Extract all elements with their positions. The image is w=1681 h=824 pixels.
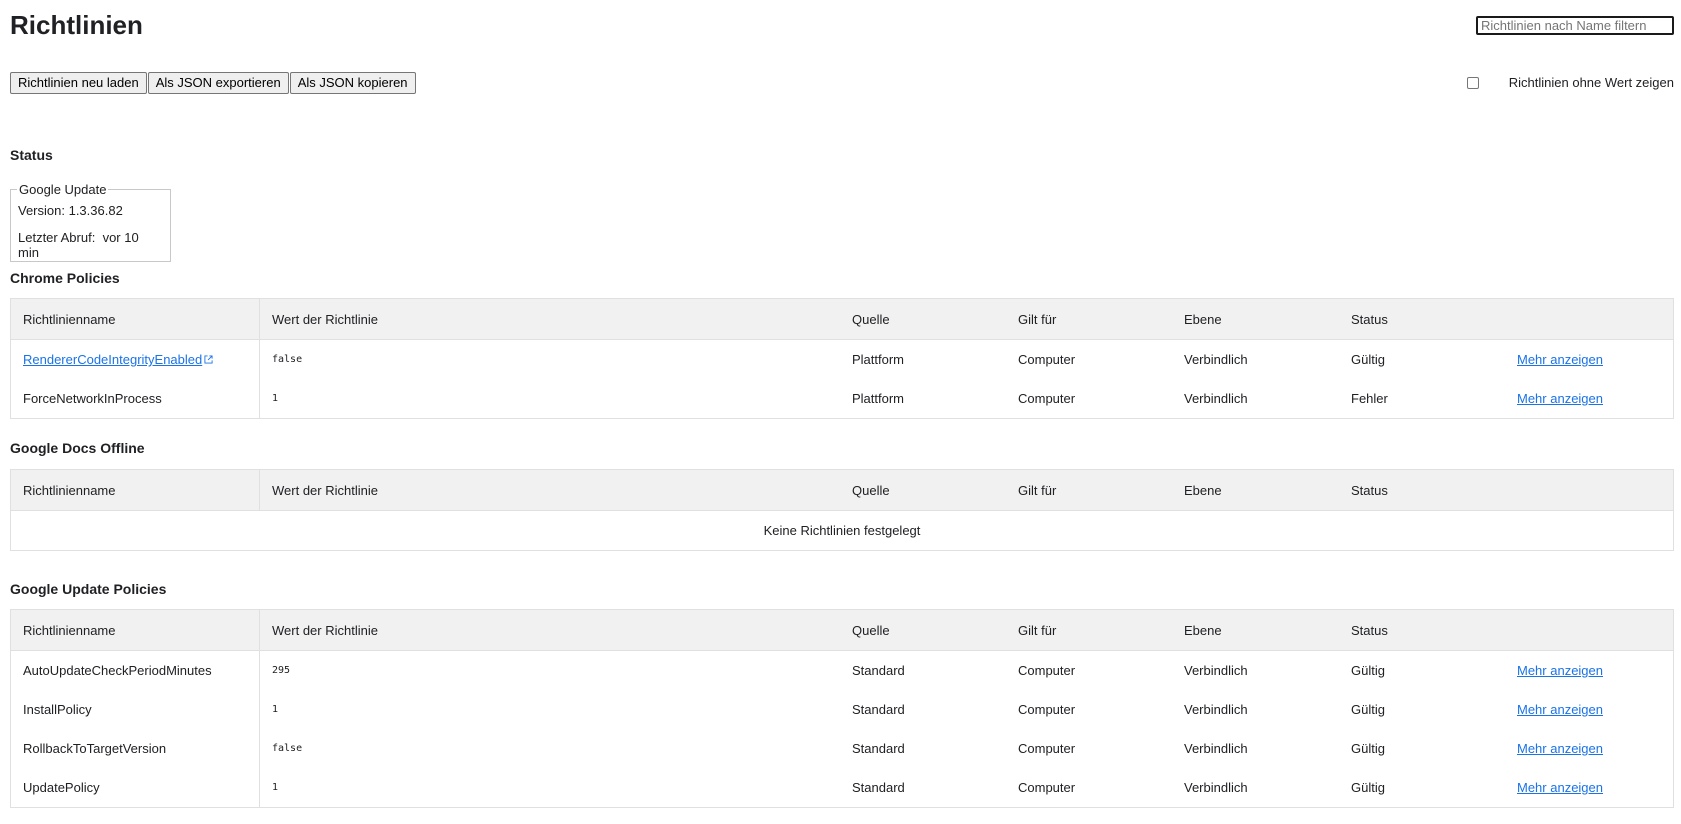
policy-source: Plattform: [852, 352, 905, 367]
show-more-link[interactable]: Mehr anzeigen: [1517, 780, 1603, 795]
policy-value: 1: [272, 704, 279, 715]
show-more-link[interactable]: Mehr anzeigen: [1517, 391, 1603, 406]
policy-source: Standard: [852, 780, 905, 795]
reload-policies-button[interactable]: Richtlinien neu laden: [10, 72, 147, 94]
policy-level: Verbindlich: [1184, 352, 1248, 367]
col-scope: Gilt für: [1018, 482, 1057, 498]
col-scope: Gilt für: [1018, 311, 1057, 327]
col-source: Quelle: [852, 311, 890, 327]
policy-value: false: [272, 354, 303, 365]
col-source: Quelle: [852, 622, 890, 638]
col-level: Ebene: [1184, 622, 1222, 638]
table-row: RendererCodeIntegrityEnabled false Platt…: [11, 340, 1673, 379]
col-source: Quelle: [852, 482, 890, 498]
toolbar: Richtlinien neu laden Als JSON exportier…: [10, 72, 416, 94]
status-box-legend: Google Update: [19, 182, 107, 197]
policy-name: AutoUpdateCheckPeriodMinutes: [11, 651, 260, 690]
policy-level: Verbindlich: [1184, 741, 1248, 756]
table-header: Richtlinienname Wert der Richtlinie Quel…: [11, 610, 1673, 651]
col-status: Status: [1351, 622, 1388, 638]
export-json-button[interactable]: Als JSON exportieren: [147, 72, 289, 94]
policy-source: Standard: [852, 663, 905, 678]
col-value: Wert der Richtlinie: [272, 482, 378, 498]
col-name: Richtlinienname: [11, 299, 260, 339]
policy-source: Plattform: [852, 391, 905, 406]
policy-filter-input[interactable]: [1476, 16, 1674, 35]
show-more-link[interactable]: Mehr anzeigen: [1517, 702, 1603, 717]
policy-level: Verbindlich: [1184, 391, 1248, 406]
col-name: Richtlinienname: [11, 610, 260, 650]
col-value: Wert der Richtlinie: [272, 311, 378, 327]
show-more-link[interactable]: Mehr anzeigen: [1517, 663, 1603, 678]
policy-status: Gültig: [1351, 663, 1385, 678]
policy-doc-link[interactable]: RendererCodeIntegrityEnabled: [23, 352, 202, 367]
col-scope: Gilt für: [1018, 622, 1057, 638]
policy-name: InstallPolicy: [11, 690, 260, 729]
no-policies-message: Keine Richtlinien festgelegt: [763, 523, 921, 538]
policy-scope: Computer: [1018, 741, 1076, 756]
chrome-policies-table: Richtlinienname Wert der Richtlinie Quel…: [10, 298, 1674, 419]
show-unset-toggle[interactable]: Richtlinien ohne Wert zeigen: [1466, 75, 1674, 90]
show-more-link[interactable]: Mehr anzeigen: [1517, 741, 1603, 756]
table-header: Richtlinienname Wert der Richtlinie Quel…: [11, 299, 1673, 340]
table-row: AutoUpdateCheckPeriodMinutes 295 Standar…: [11, 651, 1673, 690]
policy-level: Verbindlich: [1184, 702, 1248, 717]
policy-status: Gültig: [1351, 780, 1385, 795]
policy-value: false: [272, 743, 303, 754]
policy-source: Standard: [852, 741, 905, 756]
policy-status: Gültig: [1351, 741, 1385, 756]
docs-offline-table: Richtlinienname Wert der Richtlinie Quel…: [10, 469, 1674, 551]
policy-scope: Computer: [1018, 780, 1076, 795]
policy-name: RollbackToTargetVersion: [11, 729, 260, 768]
policy-scope: Computer: [1018, 352, 1076, 367]
policy-scope: Computer: [1018, 391, 1076, 406]
external-link-icon: [204, 355, 213, 364]
policy-level: Verbindlich: [1184, 663, 1248, 678]
update-policies-heading: Google Update Policies: [10, 581, 167, 597]
status-version: Version: 1.3.36.82: [18, 203, 123, 218]
copy-json-button[interactable]: Als JSON kopieren: [289, 72, 416, 94]
update-policies-table: Richtlinienname Wert der Richtlinie Quel…: [10, 609, 1674, 808]
docs-offline-heading: Google Docs Offline: [10, 440, 145, 456]
policy-status: Fehler: [1351, 391, 1388, 406]
col-level: Ebene: [1184, 482, 1222, 498]
col-status: Status: [1351, 311, 1388, 327]
policy-value: 1: [272, 393, 279, 404]
table-row: RollbackToTargetVersion false Standard C…: [11, 729, 1673, 768]
last-fetch-label: Letzter Abruf:: [18, 230, 96, 245]
policy-value: 295: [272, 665, 291, 676]
table-row: InstallPolicy 1 Standard Computer Verbin…: [11, 690, 1673, 729]
table-row: UpdatePolicy 1 Standard Computer Verbind…: [11, 768, 1673, 807]
status-last-fetch: Letzter Abruf: vor 10 min: [18, 230, 163, 260]
table-header: Richtlinienname Wert der Richtlinie Quel…: [11, 470, 1673, 511]
policy-scope: Computer: [1018, 663, 1076, 678]
col-value: Wert der Richtlinie: [272, 622, 378, 638]
policy-name: UpdatePolicy: [11, 768, 260, 807]
show-more-link[interactable]: Mehr anzeigen: [1517, 352, 1603, 367]
col-name: Richtlinienname: [11, 470, 260, 510]
policy-source: Standard: [852, 702, 905, 717]
show-unset-label: Richtlinien ohne Wert zeigen: [1508, 75, 1674, 90]
policy-name: RendererCodeIntegrityEnabled: [11, 340, 260, 379]
chrome-policies-heading: Chrome Policies: [10, 270, 120, 286]
policy-name: ForceNetworkInProcess: [11, 379, 260, 418]
col-level: Ebene: [1184, 311, 1222, 327]
policy-scope: Computer: [1018, 702, 1076, 717]
page-title: Richtlinien: [10, 10, 143, 40]
status-box: Google Update Version: 1.3.36.82 Letzter…: [10, 182, 171, 262]
policy-status: Gültig: [1351, 352, 1385, 367]
table-row: ForceNetworkInProcess 1 Plattform Comput…: [11, 379, 1673, 418]
policy-status: Gültig: [1351, 702, 1385, 717]
show-unset-checkbox[interactable]: [1466, 76, 1479, 89]
col-status: Status: [1351, 482, 1388, 498]
policy-level: Verbindlich: [1184, 780, 1248, 795]
status-heading: Status: [10, 147, 53, 163]
policy-value: 1: [272, 782, 279, 793]
